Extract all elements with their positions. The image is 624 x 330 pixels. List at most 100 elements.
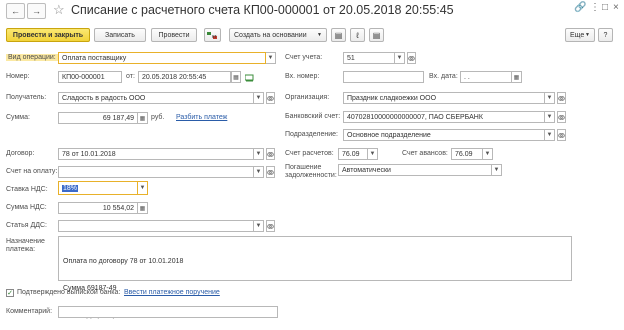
organization-open-button[interactable]: [557, 92, 566, 104]
close-icon[interactable]: ×: [613, 2, 619, 13]
date-field[interactable]: 20.05.2018 20:55:45: [138, 71, 231, 83]
post-and-close-button[interactable]: Провести и закрыть: [6, 28, 90, 42]
contract-open-button[interactable]: [266, 148, 275, 160]
attach-button[interactable]: ℓ: [350, 28, 365, 42]
calendar-icon: ▦: [513, 74, 520, 81]
structure-button[interactable]: ▤: [331, 28, 346, 42]
amount-label: Сумма:: [6, 114, 30, 121]
account-field[interactable]: 51: [343, 52, 395, 64]
repayment-label: Погашение задолженности:: [285, 164, 337, 179]
structure-icon: ▤: [334, 30, 343, 40]
arrow-left-icon: ←: [11, 6, 20, 16]
amount-field[interactable]: 69 187,49: [58, 112, 138, 124]
link-icon[interactable]: 🔗: [574, 2, 586, 13]
chevron-down-icon: ▼: [139, 185, 146, 191]
post-button[interactable]: Провести: [151, 28, 197, 42]
create-based-on-button[interactable]: Создать на основании ▼: [229, 28, 327, 42]
open-link-icon: [267, 151, 274, 157]
settlement-account-dropdown[interactable]: ▼: [368, 148, 378, 160]
repayment-dropdown[interactable]: ▼: [492, 164, 502, 176]
print-button[interactable]: ▤: [369, 28, 384, 42]
vat-rate-field[interactable]: 18%: [58, 181, 138, 195]
division-dropdown[interactable]: ▼: [545, 129, 555, 141]
advance-account-dropdown[interactable]: ▼: [483, 148, 493, 160]
settlement-account-label: Счет расчетов:: [285, 150, 334, 157]
number-field[interactable]: КП00-000001: [58, 71, 122, 83]
maximize-icon[interactable]: □: [602, 2, 608, 13]
open-link-icon: [558, 114, 565, 120]
paperclip-icon: ℓ: [356, 30, 359, 40]
advance-account-field[interactable]: 76.09: [451, 148, 483, 160]
comment-field[interactable]: [58, 306, 278, 318]
bank-confirmed-label: Подтверждено выпиской банка:: [17, 289, 121, 296]
operation-type-field[interactable]: Оплата поставщику: [58, 52, 266, 64]
enter-payment-order-link[interactable]: Ввести платежное поручение: [124, 289, 220, 296]
vat-amount-calculator-button[interactable]: ▦: [138, 202, 148, 214]
dds-item-label: Статья ДДС:: [6, 222, 47, 229]
recipient-field[interactable]: Сладость в радость ООО: [58, 92, 254, 104]
split-payment-link[interactable]: Разбить платеж: [176, 114, 227, 121]
division-label: Подразделение:: [285, 131, 338, 138]
division-field[interactable]: Основное подразделение: [343, 129, 545, 141]
invoice-dropdown[interactable]: ▼: [254, 166, 264, 178]
incoming-date-field[interactable]: . .: [460, 71, 512, 83]
incoming-number-field[interactable]: [343, 71, 424, 83]
organization-dropdown[interactable]: ▼: [545, 92, 555, 104]
invoice-open-button[interactable]: [266, 166, 275, 178]
contract-dropdown[interactable]: ▼: [254, 148, 264, 160]
menu-dots-icon[interactable]: ⋮: [590, 2, 600, 13]
amount-calculator-button[interactable]: ▦: [138, 112, 148, 124]
chevron-down-icon: ▼: [585, 32, 590, 38]
back-button[interactable]: ←: [6, 3, 25, 19]
help-button[interactable]: ?: [598, 28, 613, 42]
vat-amount-field[interactable]: 10 554,02: [58, 202, 138, 214]
incoming-date-label: Вх. дата:: [429, 73, 458, 80]
vat-rate-value: 18%: [62, 185, 79, 192]
organization-label: Организация:: [285, 94, 330, 101]
open-link-icon: [267, 223, 274, 229]
more-button[interactable]: Еще ▼: [565, 28, 595, 42]
incoming-number-label: Вх. номер:: [285, 73, 320, 80]
open-link-icon: [558, 95, 565, 101]
bank-account-field[interactable]: 40702810000000000007, ПАО СБЕРБАНК: [343, 111, 545, 123]
account-dropdown[interactable]: ▼: [395, 52, 405, 64]
operation-type-dropdown[interactable]: ▼: [266, 52, 276, 64]
repayment-field[interactable]: Автоматически: [338, 164, 492, 176]
bank-account-open-button[interactable]: [557, 111, 566, 123]
calendar-button[interactable]: ▦: [231, 71, 241, 83]
recipient-open-button[interactable]: [266, 92, 275, 104]
dds-item-field[interactable]: [58, 220, 254, 232]
contract-field[interactable]: 78 от 10.01.2018: [58, 148, 254, 160]
title-bar: ← → ☆ Списание с расчетного счета КП00-0…: [0, 0, 624, 24]
account-label: Счет учета:: [285, 54, 323, 61]
checkmark-icon: ✓: [7, 290, 13, 297]
purpose-line: Оплата по договору 78 от 10.01.2018: [63, 258, 184, 265]
vat-rate-dropdown[interactable]: ▼: [138, 181, 148, 195]
contract-label: Договор:: [6, 150, 35, 157]
comment-label: Комментарий:: [6, 308, 53, 315]
incoming-date-calendar-button[interactable]: ▦: [512, 71, 522, 83]
chevron-down-icon: ▼: [546, 95, 553, 101]
organization-field[interactable]: Праздник сладкоежки ООО: [343, 92, 545, 104]
favorite-star-icon[interactable]: ☆: [53, 2, 65, 18]
forward-button[interactable]: →: [27, 3, 46, 19]
division-open-button[interactable]: [557, 129, 566, 141]
account-open-button[interactable]: [407, 52, 416, 64]
page-title: Списание с расчетного счета КП00-000001 …: [71, 3, 454, 17]
invoice-field[interactable]: [58, 166, 254, 178]
purpose-label: Назначение платежа:: [6, 238, 45, 253]
calendar-icon: ▦: [233, 74, 239, 81]
purpose-textarea[interactable]: Оплата по договору 78 от 10.01.2018 Сумм…: [58, 236, 572, 319]
dt-kt-button[interactable]: кт: [204, 28, 221, 42]
save-button[interactable]: Записать: [94, 28, 146, 42]
calculator-icon: ▦: [139, 205, 146, 212]
settlement-account-field[interactable]: 76.09: [338, 148, 368, 160]
recipient-dropdown[interactable]: ▼: [254, 92, 264, 104]
dds-item-dropdown[interactable]: ▼: [254, 220, 264, 232]
open-link-icon: [267, 95, 274, 101]
bank-confirmed-checkbox[interactable]: ✓: [6, 289, 14, 297]
bank-account-dropdown[interactable]: ▼: [545, 111, 555, 123]
chevron-down-icon: ▼: [255, 151, 262, 157]
date-number-edit-icon[interactable]: [244, 72, 255, 83]
dds-item-open-button[interactable]: [266, 220, 275, 232]
